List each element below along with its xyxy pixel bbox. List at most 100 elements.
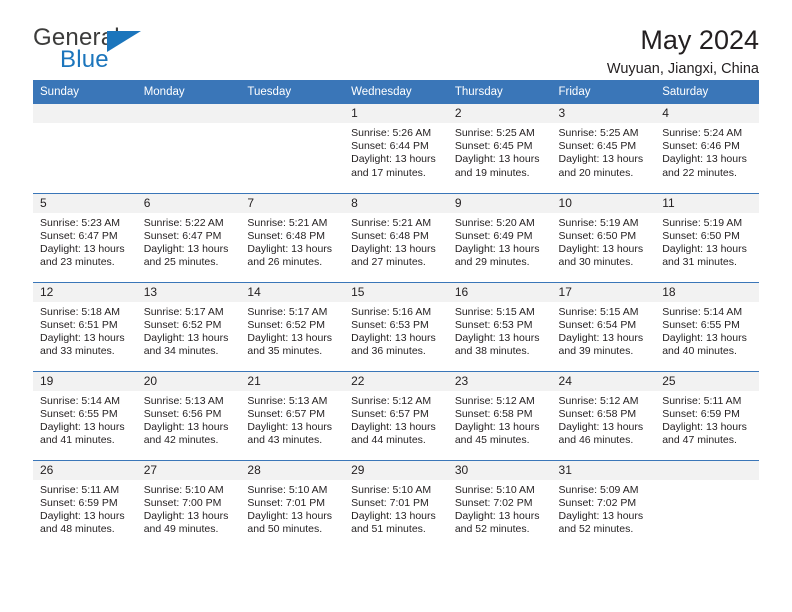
day-number: 20	[136, 371, 241, 391]
daylight-line-2: and 33 minutes.	[40, 345, 115, 358]
sunset-time: Sunset: 6:59 PM	[662, 407, 740, 420]
day-details: Sunrise: 5:19 AM Sunset: 6:50 PM Daylight:…	[552, 213, 656, 270]
daylight-line-1: Daylight: 13 hours	[454, 420, 540, 433]
calendar-day-cell[interactable]: 7 Sunrise: 5:21 AM Sunset: 6:48 PM Daylight…	[240, 193, 345, 282]
sunset-time: Sunset: 6:58 PM	[454, 407, 533, 420]
day-number: 6	[136, 193, 241, 213]
day-number: 21	[240, 371, 345, 391]
daylight-line-2: and 45 minutes.	[454, 434, 530, 447]
calendar-day-cell[interactable]: 21 Sunrise: 5:13 AM Sunset: 6:57 PM Dayligh…	[240, 371, 345, 460]
calendar-day-cell[interactable]: 4 Sunrise: 5:24 AM Sunset: 6:46 PM Daylight…	[655, 104, 759, 192]
day-number: 7	[240, 193, 345, 213]
calendar-day-cell[interactable]: 24 Sunrise: 5:12 AM Sunset: 6:58 PM Dayligh…	[551, 371, 656, 460]
daylight-line-2: and 29 minutes.	[454, 256, 530, 269]
calendar-day-cell[interactable]: 10 Sunrise: 5:19 AM Sunset: 6:50 PM Dayligh…	[551, 193, 656, 282]
calendar-day-cell[interactable]: 27 Sunrise: 5:10 AM Sunset: 7:00 PM Dayligh…	[136, 460, 241, 549]
calendar-day-cell[interactable]: 20 Sunrise: 5:13 AM Sunset: 6:56 PM Dayligh…	[136, 371, 241, 460]
day-number: 13	[136, 282, 241, 302]
sunrise-time: Sunrise: 5:19 AM	[558, 216, 639, 229]
calendar-day-cell[interactable]: 8 Sunrise: 5:21 AM Sunset: 6:48 PM Daylight…	[344, 193, 448, 282]
sunset-time: Sunset: 6:50 PM	[662, 229, 740, 242]
sunset-time: Sunset: 6:48 PM	[247, 229, 326, 242]
calendar-day-cell[interactable]: 12 Sunrise: 5:18 AM Sunset: 6:51 PM Dayligh…	[33, 282, 137, 371]
calendar-day-cell[interactable]: 9 Sunrise: 5:20 AM Sunset: 6:49 PM Daylight…	[447, 193, 552, 282]
sunrise-time: Sunrise: 5:25 AM	[558, 127, 639, 139]
day-details: Sunrise: 5:18 AM Sunset: 6:51 PM Daylight:…	[33, 302, 137, 359]
daylight-line-2: and 46 minutes.	[558, 434, 634, 447]
daylight-line-2: and 22 minutes.	[662, 166, 737, 179]
calendar-day-cell[interactable]: 11 Sunrise: 5:19 AM Sunset: 6:50 PM Dayligh…	[655, 193, 759, 282]
calendar-day-cell[interactable]: 18 Sunrise: 5:14 AM Sunset: 6:55 PM Dayligh…	[655, 282, 759, 371]
daylight-line-2: and 47 minutes.	[662, 434, 737, 447]
sunset-time: Sunset: 6:52 PM	[143, 318, 222, 331]
weekday-header-sunday: Sunday	[33, 80, 137, 104]
calendar-week-row: 12 Sunrise: 5:18 AM Sunset: 6:51 PM Dayligh…	[33, 281, 759, 371]
day-number: 24	[551, 371, 656, 391]
sunrise-time: Sunrise: 5:24 AM	[662, 127, 743, 139]
daylight-line-1: Daylight: 13 hours	[143, 420, 229, 433]
sunrise-time: Sunrise: 5:17 AM	[247, 305, 328, 318]
daylight-line-1: Daylight: 13 hours	[662, 420, 747, 433]
day-number: 4	[655, 104, 759, 123]
daylight-line-1: Daylight: 13 hours	[351, 153, 436, 166]
calendar-day-cell[interactable]: 2 Sunrise: 5:25 AM Sunset: 6:45 PM Daylight…	[447, 104, 552, 192]
calendar-day-cell[interactable]: 28 Sunrise: 5:10 AM Sunset: 7:01 PM Dayligh…	[240, 460, 345, 549]
sunset-time: Sunset: 6:48 PM	[351, 229, 429, 242]
sunrise-time: Sunrise: 5:25 AM	[454, 127, 535, 139]
day-details: Sunrise: 5:14 AM Sunset: 6:55 PM Daylight:…	[33, 391, 137, 448]
day-details: Sunrise: 5:17 AM Sunset: 6:52 PM Daylight:…	[137, 302, 241, 359]
calendar-day-cell[interactable]: 23 Sunrise: 5:12 AM Sunset: 6:58 PM Dayligh…	[447, 371, 552, 460]
sunrise-time: Sunrise: 5:17 AM	[143, 305, 224, 318]
day-number: 30	[447, 460, 552, 480]
sunset-time: Sunset: 6:55 PM	[40, 407, 118, 420]
sunrise-time: Sunrise: 5:26 AM	[351, 127, 432, 139]
daylight-line-1: Daylight: 13 hours	[558, 331, 644, 344]
calendar-day-cell[interactable]: 17 Sunrise: 5:15 AM Sunset: 6:54 PM Dayligh…	[551, 282, 656, 371]
calendar-day-cell[interactable]: 19 Sunrise: 5:14 AM Sunset: 6:55 PM Dayligh…	[33, 371, 137, 460]
daylight-line-1: Daylight: 13 hours	[40, 509, 125, 522]
calendar-day-cell[interactable]: 31 Sunrise: 5:09 AM Sunset: 7:02 PM Dayligh…	[551, 460, 656, 549]
daylight-line-2: and 25 minutes.	[143, 256, 219, 269]
sunset-time: Sunset: 6:53 PM	[454, 318, 533, 331]
daylight-line-1: Daylight: 13 hours	[454, 153, 540, 166]
day-details: Sunrise: 5:13 AM Sunset: 6:57 PM Daylight:…	[240, 391, 344, 448]
day-details: Sunrise: 5:14 AM Sunset: 6:55 PM Daylight:…	[655, 302, 759, 359]
calendar-week-row: 19 Sunrise: 5:14 AM Sunset: 6:55 PM Dayligh…	[33, 370, 759, 460]
general-blue-logo[interactable]: General Blue	[33, 26, 153, 78]
sunrise-time: Sunrise: 5:22 AM	[143, 216, 224, 229]
sunrise-time: Sunrise: 5:10 AM	[454, 483, 535, 496]
calendar-day-cell[interactable]: 30 Sunrise: 5:10 AM Sunset: 7:02 PM Dayligh…	[447, 460, 552, 549]
sunrise-time: Sunrise: 5:14 AM	[662, 305, 743, 318]
day-details: Sunrise: 5:12 AM Sunset: 6:58 PM Daylight:…	[448, 391, 552, 448]
day-number: 9	[447, 193, 552, 213]
daylight-line-2: and 44 minutes.	[351, 434, 426, 447]
weekday-header-friday: Friday	[551, 80, 656, 104]
daylight-line-1: Daylight: 13 hours	[247, 331, 333, 344]
daylight-line-1: Daylight: 13 hours	[558, 420, 644, 433]
calendar-day-cell[interactable]: 25 Sunrise: 5:11 AM Sunset: 6:59 PM Dayligh…	[655, 371, 759, 460]
calendar-day-cell[interactable]: 29 Sunrise: 5:10 AM Sunset: 7:01 PM Dayligh…	[344, 460, 448, 549]
day-number: 31	[551, 460, 656, 480]
sunset-time: Sunset: 6:49 PM	[454, 229, 533, 242]
calendar-day-cell[interactable]: 5 Sunrise: 5:23 AM Sunset: 6:47 PM Daylight…	[33, 193, 137, 282]
day-number: 17	[551, 282, 656, 302]
calendar-day-cell[interactable]: 1 Sunrise: 5:26 AM Sunset: 6:44 PM Daylight…	[344, 104, 448, 192]
calendar-day-cell[interactable]: 15 Sunrise: 5:16 AM Sunset: 6:53 PM Dayligh…	[344, 282, 448, 371]
calendar-week-row: 26 Sunrise: 5:11 AM Sunset: 6:59 PM Dayligh…	[33, 459, 759, 549]
calendar-day-cell[interactable]: 3 Sunrise: 5:25 AM Sunset: 6:45 PM Daylight…	[551, 104, 656, 192]
sunset-time: Sunset: 6:55 PM	[662, 318, 740, 331]
calendar-day-cell[interactable]: 22 Sunrise: 5:12 AM Sunset: 6:57 PM Dayligh…	[344, 371, 448, 460]
day-details: Sunrise: 5:23 AM Sunset: 6:47 PM Daylight:…	[33, 213, 137, 270]
calendar-day-cell[interactable]: 16 Sunrise: 5:15 AM Sunset: 6:53 PM Dayligh…	[447, 282, 552, 371]
calendar-day-cell-empty	[240, 104, 345, 192]
day-number: 27	[136, 460, 241, 480]
daylight-line-1: Daylight: 13 hours	[143, 331, 229, 344]
day-number: 10	[551, 193, 656, 213]
calendar-day-cell[interactable]: 6 Sunrise: 5:22 AM Sunset: 6:47 PM Daylight…	[136, 193, 241, 282]
daylight-line-2: and 40 minutes.	[662, 345, 737, 358]
sunrise-time: Sunrise: 5:12 AM	[558, 394, 639, 407]
sunset-time: Sunset: 6:52 PM	[247, 318, 326, 331]
calendar-day-cell[interactable]: 13 Sunrise: 5:17 AM Sunset: 6:52 PM Dayligh…	[136, 282, 241, 371]
calendar-day-cell[interactable]: 26 Sunrise: 5:11 AM Sunset: 6:59 PM Dayligh…	[33, 460, 137, 549]
calendar-day-cell[interactable]: 14 Sunrise: 5:17 AM Sunset: 6:52 PM Dayligh…	[240, 282, 345, 371]
